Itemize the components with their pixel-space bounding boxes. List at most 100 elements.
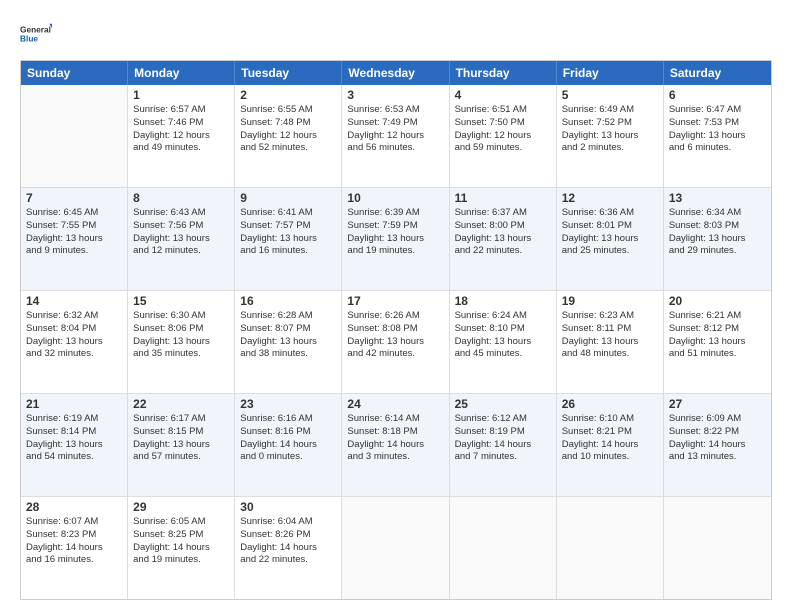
calendar-header-row: SundayMondayTuesdayWednesdayThursdayFrid… — [21, 61, 771, 85]
cell-line: Daylight: 13 hours — [669, 130, 766, 143]
calendar-day-header: Monday — [128, 61, 235, 85]
cell-line: Sunset: 7:57 PM — [240, 220, 336, 233]
calendar-cell: 8Sunrise: 6:43 AMSunset: 7:56 PMDaylight… — [128, 188, 235, 290]
calendar-day-header: Tuesday — [235, 61, 342, 85]
cell-line: Sunrise: 6:21 AM — [669, 310, 766, 323]
cell-line: and 19 minutes. — [347, 245, 443, 258]
cell-line: Sunset: 7:56 PM — [133, 220, 229, 233]
calendar-cell: 23Sunrise: 6:16 AMSunset: 8:16 PMDayligh… — [235, 394, 342, 496]
cell-line: Daylight: 13 hours — [26, 439, 122, 452]
cell-line: and 10 minutes. — [562, 451, 658, 464]
calendar-cell: 12Sunrise: 6:36 AMSunset: 8:01 PMDayligh… — [557, 188, 664, 290]
calendar-cell: 17Sunrise: 6:26 AMSunset: 8:08 PMDayligh… — [342, 291, 449, 393]
day-number: 18 — [455, 294, 551, 308]
cell-line: Sunrise: 6:49 AM — [562, 104, 658, 117]
cell-line: Sunset: 8:08 PM — [347, 323, 443, 336]
calendar-week: 7Sunrise: 6:45 AMSunset: 7:55 PMDaylight… — [21, 188, 771, 291]
calendar-cell: 30Sunrise: 6:04 AMSunset: 8:26 PMDayligh… — [235, 497, 342, 599]
cell-line: Sunset: 8:19 PM — [455, 426, 551, 439]
calendar-body: 1Sunrise: 6:57 AMSunset: 7:46 PMDaylight… — [21, 85, 771, 599]
cell-line: Sunrise: 6:41 AM — [240, 207, 336, 220]
cell-line: Daylight: 13 hours — [240, 336, 336, 349]
page: General Blue SundayMondayTuesdayWednesda… — [0, 0, 792, 612]
cell-line: Sunrise: 6:37 AM — [455, 207, 551, 220]
cell-line: Daylight: 13 hours — [347, 336, 443, 349]
cell-line: and 12 minutes. — [133, 245, 229, 258]
cell-line: Daylight: 12 hours — [240, 130, 336, 143]
calendar-day-header: Sunday — [21, 61, 128, 85]
cell-line: and 16 minutes. — [240, 245, 336, 258]
cell-line: Sunrise: 6:34 AM — [669, 207, 766, 220]
day-number: 13 — [669, 191, 766, 205]
cell-line: Daylight: 14 hours — [26, 542, 122, 555]
cell-line: Sunset: 8:25 PM — [133, 529, 229, 542]
cell-line: Sunrise: 6:30 AM — [133, 310, 229, 323]
cell-line: and 3 minutes. — [347, 451, 443, 464]
cell-line: Daylight: 13 hours — [133, 233, 229, 246]
cell-line: Sunrise: 6:23 AM — [562, 310, 658, 323]
calendar-day-header: Saturday — [664, 61, 771, 85]
calendar-cell: 28Sunrise: 6:07 AMSunset: 8:23 PMDayligh… — [21, 497, 128, 599]
calendar-cell: 16Sunrise: 6:28 AMSunset: 8:07 PMDayligh… — [235, 291, 342, 393]
cell-line: and 51 minutes. — [669, 348, 766, 361]
cell-line: and 13 minutes. — [669, 451, 766, 464]
calendar-cell — [450, 497, 557, 599]
cell-line: Sunrise: 6:09 AM — [669, 413, 766, 426]
cell-line: Sunset: 8:18 PM — [347, 426, 443, 439]
logo: General Blue — [20, 18, 52, 50]
day-number: 4 — [455, 88, 551, 102]
calendar-week: 1Sunrise: 6:57 AMSunset: 7:46 PMDaylight… — [21, 85, 771, 188]
svg-text:Blue: Blue — [20, 34, 38, 44]
day-number: 16 — [240, 294, 336, 308]
cell-line: and 2 minutes. — [562, 142, 658, 155]
calendar-cell: 26Sunrise: 6:10 AMSunset: 8:21 PMDayligh… — [557, 394, 664, 496]
cell-line: Sunset: 8:14 PM — [26, 426, 122, 439]
cell-line: Sunset: 8:10 PM — [455, 323, 551, 336]
cell-line: Daylight: 14 hours — [133, 542, 229, 555]
day-number: 1 — [133, 88, 229, 102]
cell-line: Sunset: 8:11 PM — [562, 323, 658, 336]
calendar-cell: 1Sunrise: 6:57 AMSunset: 7:46 PMDaylight… — [128, 85, 235, 187]
calendar-cell: 5Sunrise: 6:49 AMSunset: 7:52 PMDaylight… — [557, 85, 664, 187]
cell-line: and 56 minutes. — [347, 142, 443, 155]
cell-line: Sunrise: 6:51 AM — [455, 104, 551, 117]
calendar-cell: 24Sunrise: 6:14 AMSunset: 8:18 PMDayligh… — [342, 394, 449, 496]
cell-line: Sunset: 8:03 PM — [669, 220, 766, 233]
calendar-cell: 10Sunrise: 6:39 AMSunset: 7:59 PMDayligh… — [342, 188, 449, 290]
cell-line: Daylight: 13 hours — [26, 336, 122, 349]
day-number: 3 — [347, 88, 443, 102]
cell-line: Sunrise: 6:16 AM — [240, 413, 336, 426]
cell-line: and 29 minutes. — [669, 245, 766, 258]
cell-line: Sunrise: 6:39 AM — [347, 207, 443, 220]
day-number: 22 — [133, 397, 229, 411]
day-number: 24 — [347, 397, 443, 411]
calendar-cell: 6Sunrise: 6:47 AMSunset: 7:53 PMDaylight… — [664, 85, 771, 187]
calendar-cell: 29Sunrise: 6:05 AMSunset: 8:25 PMDayligh… — [128, 497, 235, 599]
cell-line: Sunset: 8:12 PM — [669, 323, 766, 336]
cell-line: and 49 minutes. — [133, 142, 229, 155]
cell-line: Daylight: 13 hours — [455, 336, 551, 349]
calendar-cell: 20Sunrise: 6:21 AMSunset: 8:12 PMDayligh… — [664, 291, 771, 393]
cell-line: Sunrise: 6:55 AM — [240, 104, 336, 117]
cell-line: Daylight: 12 hours — [347, 130, 443, 143]
cell-line: Sunrise: 6:17 AM — [133, 413, 229, 426]
cell-line: Sunrise: 6:24 AM — [455, 310, 551, 323]
cell-line: Sunrise: 6:19 AM — [26, 413, 122, 426]
calendar-cell — [21, 85, 128, 187]
cell-line: and 22 minutes. — [455, 245, 551, 258]
day-number: 5 — [562, 88, 658, 102]
day-number: 26 — [562, 397, 658, 411]
calendar-cell: 27Sunrise: 6:09 AMSunset: 8:22 PMDayligh… — [664, 394, 771, 496]
cell-line: Sunset: 7:50 PM — [455, 117, 551, 130]
calendar-cell: 11Sunrise: 6:37 AMSunset: 8:00 PMDayligh… — [450, 188, 557, 290]
cell-line: and 54 minutes. — [26, 451, 122, 464]
calendar-cell: 3Sunrise: 6:53 AMSunset: 7:49 PMDaylight… — [342, 85, 449, 187]
calendar-cell: 2Sunrise: 6:55 AMSunset: 7:48 PMDaylight… — [235, 85, 342, 187]
day-number: 28 — [26, 500, 122, 514]
cell-line: Daylight: 13 hours — [455, 233, 551, 246]
calendar-cell: 25Sunrise: 6:12 AMSunset: 8:19 PMDayligh… — [450, 394, 557, 496]
cell-line: Sunset: 7:55 PM — [26, 220, 122, 233]
cell-line: Sunset: 8:22 PM — [669, 426, 766, 439]
calendar-cell: 4Sunrise: 6:51 AMSunset: 7:50 PMDaylight… — [450, 85, 557, 187]
cell-line: and 35 minutes. — [133, 348, 229, 361]
